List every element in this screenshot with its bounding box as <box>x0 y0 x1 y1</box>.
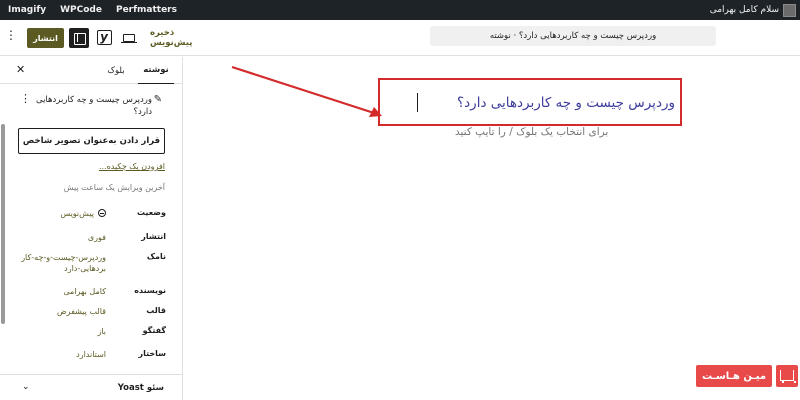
admin-bar-item-wpcode[interactable]: WPCode <box>60 5 102 15</box>
author-value[interactable]: کامل بهرامی <box>63 286 106 297</box>
post-summary-title: وردپرس چیست و چه کاربردهایی دارد؟ <box>35 95 152 117</box>
sidebar-toggle-icon[interactable] <box>69 28 89 48</box>
add-excerpt-link[interactable]: افزودن یک چکیده... <box>18 162 165 171</box>
admin-bar-plugins: Perfmatters WPCode Imagify <box>8 0 177 20</box>
meta-row-format: ساختار استاندارد <box>18 349 166 363</box>
admin-bar-account[interactable]: سلام کامل بهرامی <box>710 0 796 20</box>
meta-row-discussion: گفتگو باز <box>18 326 166 340</box>
meta-label: نامک <box>146 252 166 261</box>
more-vertical-icon[interactable]: ⋮ <box>20 93 31 105</box>
meta-row-template: قالب قالب پیشفرض <box>18 306 166 320</box>
watermark-logo: میـن هـاسـت <box>696 364 800 388</box>
meta-label: قالب <box>146 306 166 315</box>
meta-row-status: وضعیت پیش‌نویس <box>18 208 166 222</box>
save-draft-button[interactable]: ذخیره پیش‌نویس <box>150 28 216 48</box>
discussion-value[interactable]: باز <box>97 326 106 337</box>
close-icon[interactable]: ✕ <box>16 63 25 77</box>
chevron-down-icon[interactable]: ⌄ <box>22 382 30 392</box>
block-placeholder[interactable]: برای انتخاب یک بلوک / را تایپ کنید <box>455 126 608 138</box>
sidebar-scrollbar[interactable] <box>1 124 5 324</box>
more-vertical-icon[interactable]: ⋮ <box>5 29 17 41</box>
meta-label: انتشار <box>141 232 166 241</box>
watermark-text: میـن هـاسـت <box>696 365 772 387</box>
status-value[interactable]: پیش‌نویس <box>60 208 106 219</box>
meta-row-slug: نامک وردپرس-چیست-و-چه-کاربردهایی-دارد <box>18 252 166 278</box>
tab-block[interactable]: بلوک <box>98 57 134 84</box>
sidebar-tabs: نوشته بلوک ✕ <box>0 57 182 84</box>
editor-canvas[interactable]: وردپرس چیست و چه کاربردهایی دارد؟ برای ا… <box>184 57 800 400</box>
last-edited-text: آخرین ویرایش یک ساعت پیش <box>63 183 165 192</box>
post-title-input[interactable]: وردپرس چیست و چه کاربردهایی دارد؟ <box>403 95 675 111</box>
pen-icon: ✎ <box>153 94 163 105</box>
meta-label: گفتگو <box>142 326 166 335</box>
admin-bar-item-perfmatters[interactable]: Perfmatters <box>116 5 177 15</box>
publish-value[interactable]: فوری <box>88 232 106 243</box>
admin-bar-greeting[interactable]: سلام کامل بهرامی <box>710 5 779 15</box>
admin-bar: سلام کامل بهرامی Perfmatters WPCode Imag… <box>0 0 800 20</box>
set-featured-image-button[interactable]: قرار دادن به‌عنوان تصویر شاخص <box>18 128 165 154</box>
tab-post[interactable]: نوشته <box>138 57 174 84</box>
document-bar[interactable]: وردپرس چیست و چه کاربردهایی دارد؟ · نوشت… <box>430 26 716 46</box>
status-text[interactable]: پیش‌نویس <box>60 209 94 218</box>
meta-label: وضعیت <box>137 208 166 217</box>
yoast-seo-panel-toggle[interactable]: سئو Yoast <box>118 383 164 393</box>
divider <box>0 374 182 375</box>
yoast-icon[interactable]: y <box>96 29 112 45</box>
text-caret <box>417 93 418 112</box>
draft-status-icon <box>98 209 106 217</box>
admin-bar-item-imagify[interactable]: Imagify <box>8 5 46 15</box>
preview-desktop-icon[interactable] <box>121 34 137 44</box>
meta-row-author: نویسنده کامل بهرامی <box>18 286 166 300</box>
settings-sidebar: نوشته بلوک ✕ ✎ وردپرس چیست و چه کاربردها… <box>0 57 183 400</box>
avatar[interactable] <box>783 3 796 17</box>
format-value[interactable]: استاندارد <box>76 349 106 360</box>
template-value[interactable]: قالب پیشفرض <box>57 306 106 317</box>
meta-row-publish: انتشار فوری <box>18 232 166 246</box>
editor-header: ⋮ انتشار y ذخیره پیش‌نویس وردپرس چیست و … <box>0 20 800 56</box>
annotation-arrow-icon <box>231 65 382 117</box>
slug-value[interactable]: وردپرس-چیست-و-چه-کاربردهایی-دارد <box>20 252 106 274</box>
publish-button[interactable]: انتشار <box>27 28 64 48</box>
cart-icon <box>776 365 798 387</box>
meta-label: ساختار <box>138 349 166 358</box>
meta-label: نویسنده <box>134 286 166 295</box>
